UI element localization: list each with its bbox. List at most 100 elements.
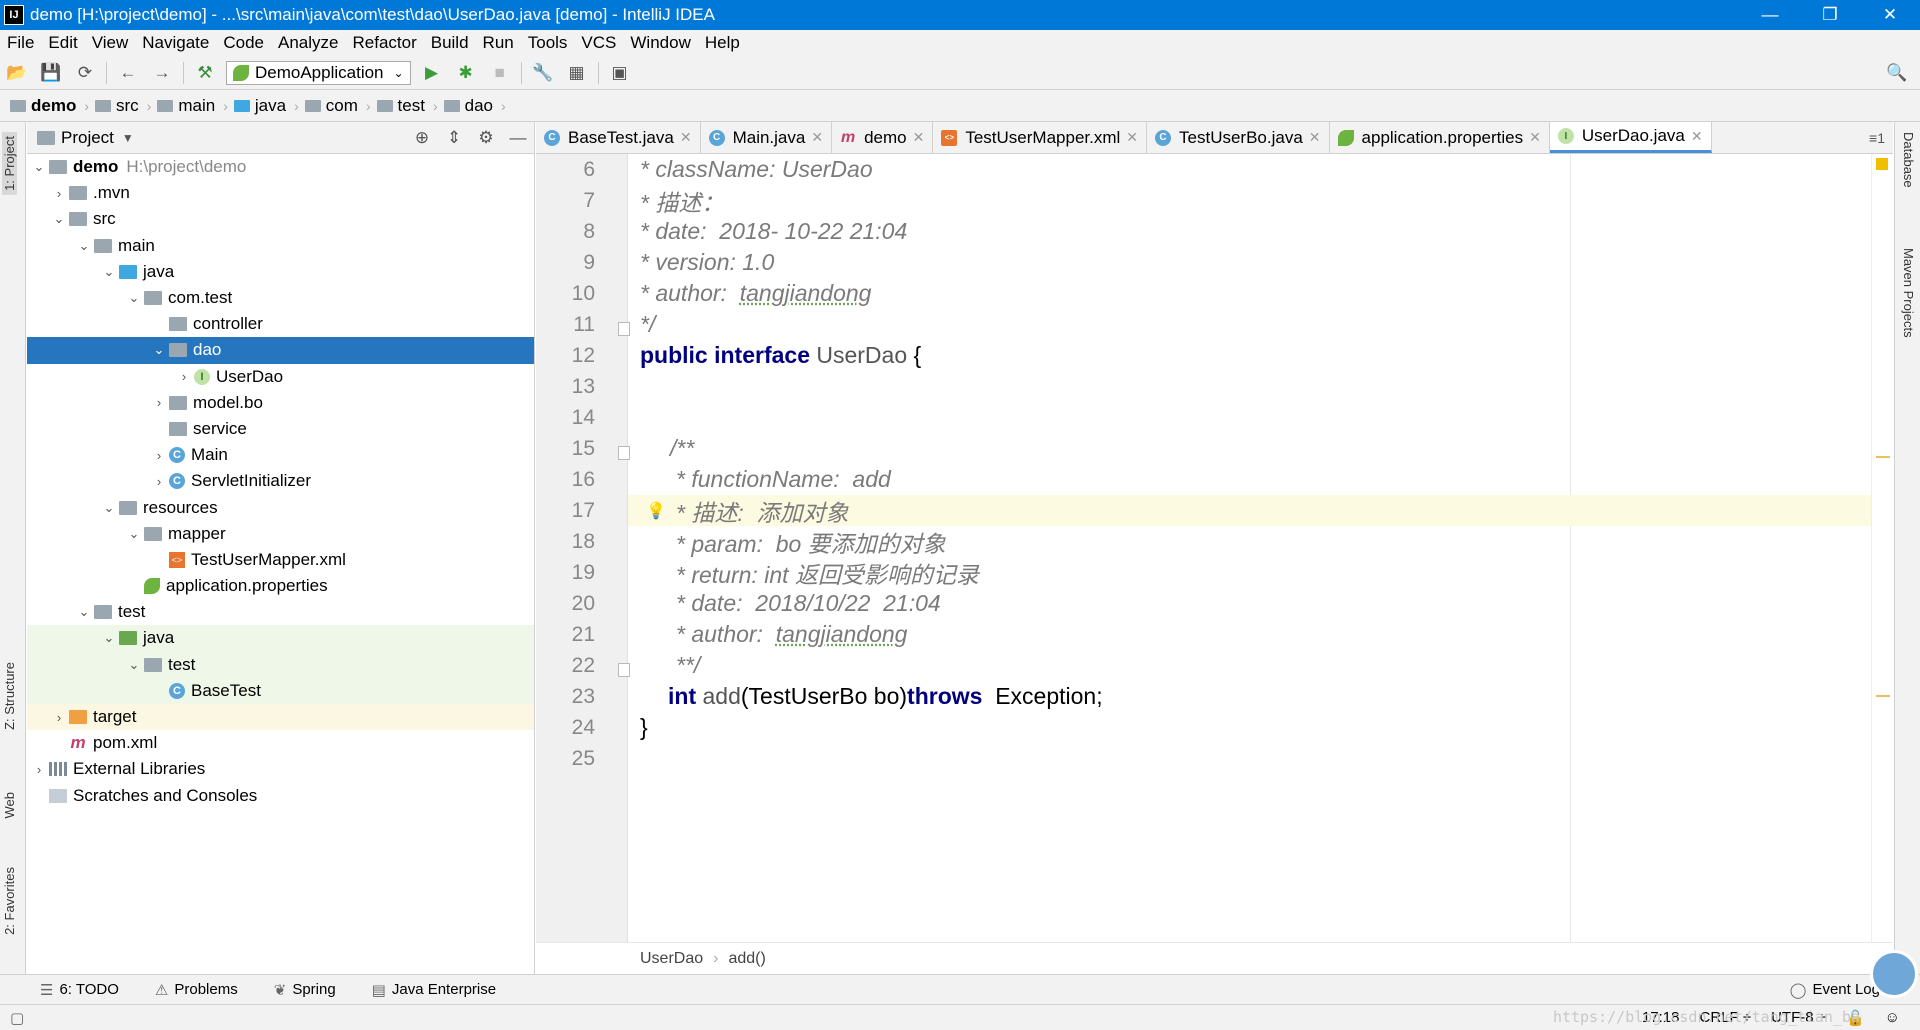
save-icon[interactable]: 💾 bbox=[38, 60, 64, 86]
tab-userdao[interactable]: I UserDao.java ✕ bbox=[1549, 122, 1712, 153]
debug-icon[interactable]: ✱ bbox=[453, 60, 479, 86]
open-folder-icon[interactable]: 📂 bbox=[4, 60, 30, 86]
tree-item[interactable]: ⌄ com.test bbox=[27, 285, 534, 311]
breadcrumb-dao[interactable]: dao › bbox=[443, 96, 506, 116]
close-icon[interactable]: ✕ bbox=[1529, 129, 1541, 146]
close-icon[interactable]: ✕ bbox=[1126, 129, 1138, 146]
chevron-down-icon[interactable]: ⌄ bbox=[124, 657, 144, 673]
minimize-button[interactable]: — bbox=[1740, 0, 1800, 30]
run-configuration-select[interactable]: DemoApplication ⌄ bbox=[226, 60, 411, 85]
tab-list-icon[interactable]: ≡1 bbox=[1861, 122, 1893, 153]
close-button[interactable]: ✕ bbox=[1860, 0, 1920, 30]
tab-basetest[interactable]: C BaseTest.java ✕ bbox=[536, 122, 701, 153]
tree-item[interactable]: › target bbox=[27, 703, 534, 731]
chevron-down-icon[interactable]: ⌄ bbox=[74, 238, 94, 254]
sdk-icon[interactable]: ▣ bbox=[607, 60, 633, 86]
run-icon[interactable]: ▶ bbox=[419, 60, 445, 86]
breadcrumb-demo[interactable]: demo › bbox=[10, 96, 89, 116]
tree-item[interactable]: service bbox=[27, 416, 534, 442]
tree-item[interactable]: Scratches and Consoles bbox=[27, 783, 534, 809]
tool-tab-favorites[interactable]: 2: Favorites bbox=[2, 867, 17, 935]
editor-breadcrumb-method[interactable]: add() bbox=[728, 950, 765, 968]
tree-item[interactable]: ⌄ mapper bbox=[27, 521, 534, 547]
tree-item[interactable]: › I UserDao bbox=[27, 364, 534, 390]
tree-item[interactable]: ⌄ test bbox=[27, 599, 534, 625]
tree-item[interactable]: ⌄ main bbox=[27, 233, 534, 259]
inspection-status-icon[interactable] bbox=[1876, 158, 1888, 170]
chevron-right-icon[interactable]: › bbox=[149, 395, 169, 410]
gear-icon[interactable]: ⚙ bbox=[470, 128, 502, 148]
tool-button-problems[interactable]: ⚠ Problems bbox=[155, 981, 238, 999]
chevron-down-icon[interactable]: ⌄ bbox=[99, 500, 119, 516]
close-icon[interactable]: ✕ bbox=[1691, 128, 1703, 145]
tab-main[interactable]: C Main.java ✕ bbox=[701, 122, 833, 153]
status-toggle-icon[interactable]: ▢ bbox=[10, 1009, 24, 1027]
tab-testuserbo[interactable]: C TestUserBo.java ✕ bbox=[1147, 122, 1330, 153]
project-panel-title[interactable]: Project bbox=[61, 128, 114, 148]
chevron-down-icon[interactable]: ⌄ bbox=[74, 604, 94, 620]
breadcrumb-test[interactable]: test › bbox=[376, 96, 438, 116]
tool-tab-maven[interactable]: Maven Projects bbox=[1901, 248, 1916, 338]
tool-tab-project[interactable]: 1: Project bbox=[2, 132, 17, 195]
tool-button-event-log[interactable]: ◯ Event Log bbox=[1790, 981, 1880, 999]
close-icon[interactable]: ✕ bbox=[811, 129, 823, 146]
menu-edit[interactable]: Edit bbox=[48, 33, 77, 53]
menu-analyze[interactable]: Analyze bbox=[278, 33, 338, 53]
editor-breadcrumb-class[interactable]: UserDao bbox=[640, 950, 703, 968]
menu-view[interactable]: View bbox=[92, 33, 129, 53]
chevron-down-icon[interactable]: ▼ bbox=[122, 131, 134, 145]
tree-item[interactable]: › C ServletInitializer bbox=[27, 468, 534, 494]
tool-tab-web[interactable]: Web bbox=[2, 792, 17, 819]
tree-item[interactable]: controller bbox=[27, 311, 534, 337]
chevron-down-icon[interactable]: ⌄ bbox=[99, 630, 119, 646]
tree-item[interactable]: m pom.xml bbox=[27, 730, 534, 756]
menu-run[interactable]: Run bbox=[483, 33, 514, 53]
breadcrumb-src[interactable]: src › bbox=[95, 96, 151, 116]
back-icon[interactable]: ← bbox=[115, 60, 141, 86]
chevron-right-icon[interactable]: › bbox=[49, 186, 69, 201]
lightbulb-icon[interactable]: 💡 bbox=[646, 501, 666, 521]
settings-wrench-icon[interactable]: 🔧 bbox=[530, 60, 556, 86]
warning-marker[interactable] bbox=[1876, 456, 1890, 458]
tree-item[interactable]: ⌄ demo H:\project\demo bbox=[27, 154, 534, 180]
locate-icon[interactable]: ⊕ bbox=[406, 128, 438, 148]
tool-button-spring[interactable]: ❦ Spring bbox=[274, 981, 336, 999]
tree-item-selected[interactable]: ⌄ dao bbox=[27, 337, 534, 364]
tool-button-java-enterprise[interactable]: ▤ Java Enterprise bbox=[372, 981, 496, 999]
tree-item[interactable]: ⌄ java bbox=[27, 625, 534, 652]
chevron-down-icon[interactable]: ⌄ bbox=[49, 211, 69, 227]
chevron-down-icon[interactable]: ⌄ bbox=[99, 264, 119, 280]
code-editor[interactable]: * className: UserDao * 描述： * date: 2018-… bbox=[628, 154, 1871, 942]
menu-vcs[interactable]: VCS bbox=[581, 33, 616, 53]
chevron-down-icon[interactable]: ⌄ bbox=[124, 526, 144, 542]
close-icon[interactable]: ✕ bbox=[1309, 129, 1321, 146]
menu-file[interactable]: File bbox=[7, 33, 34, 53]
tab-application-properties[interactable]: application.properties ✕ bbox=[1330, 122, 1550, 153]
tree-item[interactable]: ⌄ src bbox=[27, 206, 534, 232]
sync-icon[interactable]: ⟳ bbox=[72, 60, 98, 86]
chevron-right-icon[interactable]: › bbox=[29, 762, 49, 777]
tree-item[interactable]: ⌄ test bbox=[27, 651, 534, 678]
tree-item[interactable]: ⌄ java bbox=[27, 259, 534, 285]
project-structure-icon[interactable]: ▦ bbox=[564, 60, 590, 86]
tool-tab-database[interactable]: Database bbox=[1901, 132, 1916, 188]
menu-refactor[interactable]: Refactor bbox=[352, 33, 416, 53]
menu-code[interactable]: Code bbox=[223, 33, 264, 53]
menu-help[interactable]: Help bbox=[705, 33, 740, 53]
chevron-down-icon[interactable]: ⌄ bbox=[29, 159, 49, 175]
collapse-all-icon[interactable]: ⇕ bbox=[438, 128, 470, 148]
tree-item[interactable]: application.properties bbox=[27, 573, 534, 599]
breadcrumb-com[interactable]: com › bbox=[304, 96, 371, 116]
tool-tab-structure[interactable]: Z: Structure bbox=[2, 662, 17, 730]
tree-item[interactable]: ⌄ resources bbox=[27, 494, 534, 520]
menu-window[interactable]: Window bbox=[630, 33, 690, 53]
editor-scrollbar[interactable] bbox=[1871, 154, 1893, 942]
chevron-right-icon[interactable]: › bbox=[149, 474, 169, 489]
menu-build[interactable]: Build bbox=[431, 33, 469, 53]
tree-item[interactable]: › .mvn bbox=[27, 180, 534, 206]
warning-marker[interactable] bbox=[1876, 695, 1890, 697]
menu-tools[interactable]: Tools bbox=[528, 33, 568, 53]
chevron-right-icon[interactable]: › bbox=[174, 369, 194, 384]
breadcrumb-java[interactable]: java › bbox=[233, 96, 299, 116]
close-icon[interactable]: ✕ bbox=[913, 129, 925, 146]
